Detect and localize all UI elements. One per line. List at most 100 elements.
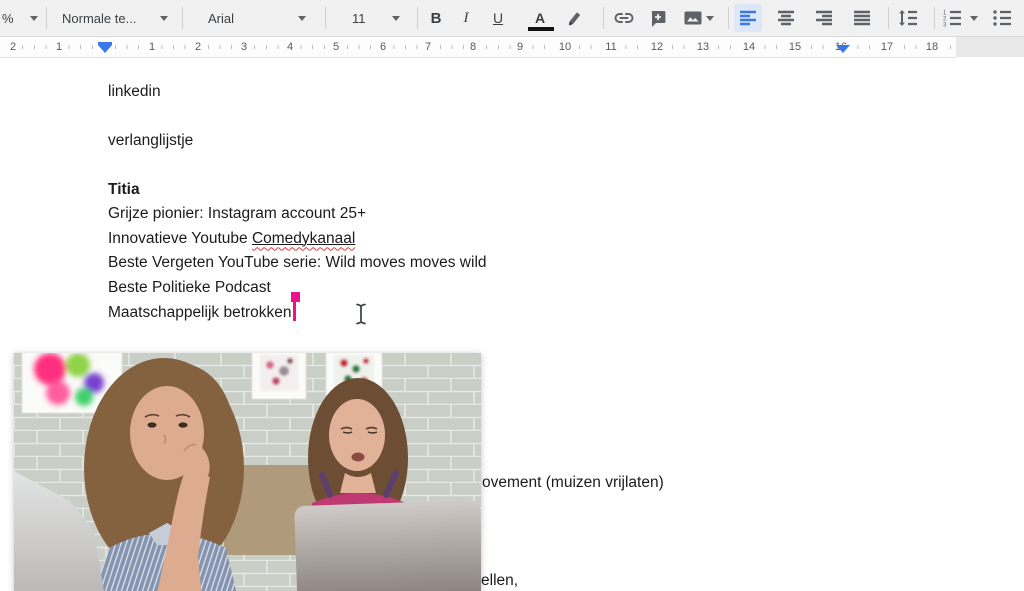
numbered-list-icon: 1 2 3 <box>942 9 962 27</box>
toolbar: % Normale te... Arial 11 B I U A <box>0 0 1024 37</box>
text-cursor-ibeam <box>353 302 369 326</box>
right-indent-triangle[interactable] <box>836 45 850 53</box>
font-family-label: Arial <box>208 11 234 26</box>
ruler-mark: 3 <box>238 40 250 54</box>
collaborator-caret <box>293 300 296 321</box>
align-center-button[interactable] <box>772 4 800 32</box>
align-right-icon <box>815 10 833 26</box>
left-indent-marker[interactable] <box>98 42 112 53</box>
misspelled-word: Comedykanaal <box>252 230 355 247</box>
laptop-right <box>294 500 481 591</box>
ruler-mark: 12 <box>648 40 666 54</box>
bulleted-list-button[interactable] <box>988 4 1016 32</box>
ruler-mark: 2 <box>192 40 204 54</box>
bulleted-list-icon <box>992 9 1012 27</box>
insert-link-button[interactable] <box>610 4 638 32</box>
text-run: Grijze pionier: Instagram account 25+ <box>108 205 366 222</box>
doc-line[interactable]: Beste Vergeten YouTube serie: Wild moves… <box>108 251 1024 275</box>
toolbar-divider <box>888 7 889 29</box>
highlight-color-button[interactable] <box>560 4 588 32</box>
text-run: ellen, <box>481 572 518 589</box>
font-family-select[interactable]: Arial <box>208 0 306 36</box>
ruler-mark: 10 <box>556 40 574 54</box>
align-left-button[interactable] <box>734 4 762 32</box>
google-docs-screen: % Normale te... Arial 11 B I U A <box>0 0 1024 591</box>
toolbar-divider <box>417 7 418 29</box>
underline-button[interactable]: U <box>484 4 512 32</box>
ruler-mark: 17 <box>878 40 896 54</box>
toolbar-divider <box>728 7 729 29</box>
add-comment-button[interactable] <box>644 4 672 32</box>
chevron-down-icon <box>392 16 400 21</box>
underline-label: U <box>493 10 503 26</box>
doc-line[interactable]: Titia <box>108 178 1024 202</box>
align-center-icon <box>777 10 795 26</box>
text-run: Titia <box>108 181 140 198</box>
line-spacing-icon <box>898 9 918 27</box>
chevron-down-icon[interactable] <box>706 16 714 21</box>
text-run: Beste Vergeten YouTube serie: Wild moves… <box>108 254 487 271</box>
svg-text:3: 3 <box>943 23 947 28</box>
ruler[interactable]: 21123456789101112131415161718 <box>0 37 1024 57</box>
ruler-mark: 14 <box>740 40 758 54</box>
doc-line[interactable]: linkedin <box>108 80 1024 104</box>
video-overlay[interactable] <box>14 353 481 591</box>
italic-button[interactable]: I <box>452 4 480 32</box>
text-run: verlanglijstje <box>108 132 193 149</box>
ruler-mark: 9 <box>514 40 526 54</box>
text-color-icon: A <box>535 10 545 26</box>
insert-image-button[interactable] <box>679 4 707 32</box>
text-run: Innovatieve Youtube <box>108 230 252 247</box>
align-right-button[interactable] <box>810 4 838 32</box>
doc-line[interactable]: Beste Politieke Podcast <box>108 276 1024 300</box>
ruler-mark: 2 <box>7 40 19 54</box>
doc-line[interactable]: Maatschappelijk betrokken <box>108 300 1024 324</box>
font-size-label: 11 <box>352 11 366 26</box>
line-spacing-button[interactable] <box>894 4 922 32</box>
doc-line[interactable]: Grijze pionier: Instagram account 25+ <box>108 202 1024 226</box>
zoom-select-label: % <box>2 11 14 26</box>
zoom-select[interactable]: % <box>2 0 38 36</box>
chevron-down-icon[interactable] <box>970 16 978 21</box>
highlighter-pen-icon <box>565 9 583 27</box>
right-indent-marker[interactable] <box>836 45 850 53</box>
link-icon <box>613 9 635 27</box>
chevron-down-icon <box>298 16 306 21</box>
numbered-list-button[interactable]: 1 2 3 <box>938 4 966 32</box>
doc-line[interactable]: verlanglijstje <box>108 129 1024 153</box>
doc-line[interactable] <box>108 324 1024 348</box>
toolbar-divider <box>182 7 183 29</box>
toolbar-divider <box>934 7 935 29</box>
align-justify-button[interactable] <box>848 4 876 32</box>
bold-label: B <box>431 10 442 27</box>
font-size-select[interactable]: 11 <box>352 0 400 36</box>
comment-plus-icon <box>649 9 667 27</box>
toolbar-divider <box>325 7 326 29</box>
image-icon <box>683 9 703 27</box>
collaborator-caret-flag <box>291 292 300 302</box>
person-left <box>84 358 244 591</box>
ruler-mark: 8 <box>467 40 479 54</box>
ruler-mark: 1 <box>53 40 65 54</box>
ruler-mark: 11 <box>602 40 619 54</box>
doc-line[interactable] <box>108 153 1024 177</box>
text-color-button[interactable]: A <box>526 4 554 32</box>
text-run: linkedin <box>108 83 161 100</box>
left-indent-triangle[interactable] <box>98 45 112 53</box>
doc-line[interactable] <box>108 104 1024 128</box>
doc-line[interactable]: Innovatieve Youtube Comedykanaal <box>108 227 1024 251</box>
toolbar-divider <box>46 7 47 29</box>
text-run: ovement (muizen vrijlaten) <box>482 474 664 491</box>
text-run: Beste Politieke Podcast <box>108 279 271 296</box>
paragraph-style-select[interactable]: Normale te... <box>62 0 168 36</box>
ruler-mark: 7 <box>422 40 434 54</box>
ruler-mark: 18 <box>923 40 941 54</box>
toolbar-divider <box>603 7 604 29</box>
bold-button[interactable]: B <box>422 4 450 32</box>
ruler-mark: 6 <box>377 40 389 54</box>
text-run: Comedykanaal <box>252 230 355 247</box>
chevron-down-icon <box>30 16 38 21</box>
ruler-mark: 1 <box>146 40 158 54</box>
ruler-mark: 15 <box>786 40 804 54</box>
text-run: Maatschappelijk betrokken <box>108 304 292 321</box>
